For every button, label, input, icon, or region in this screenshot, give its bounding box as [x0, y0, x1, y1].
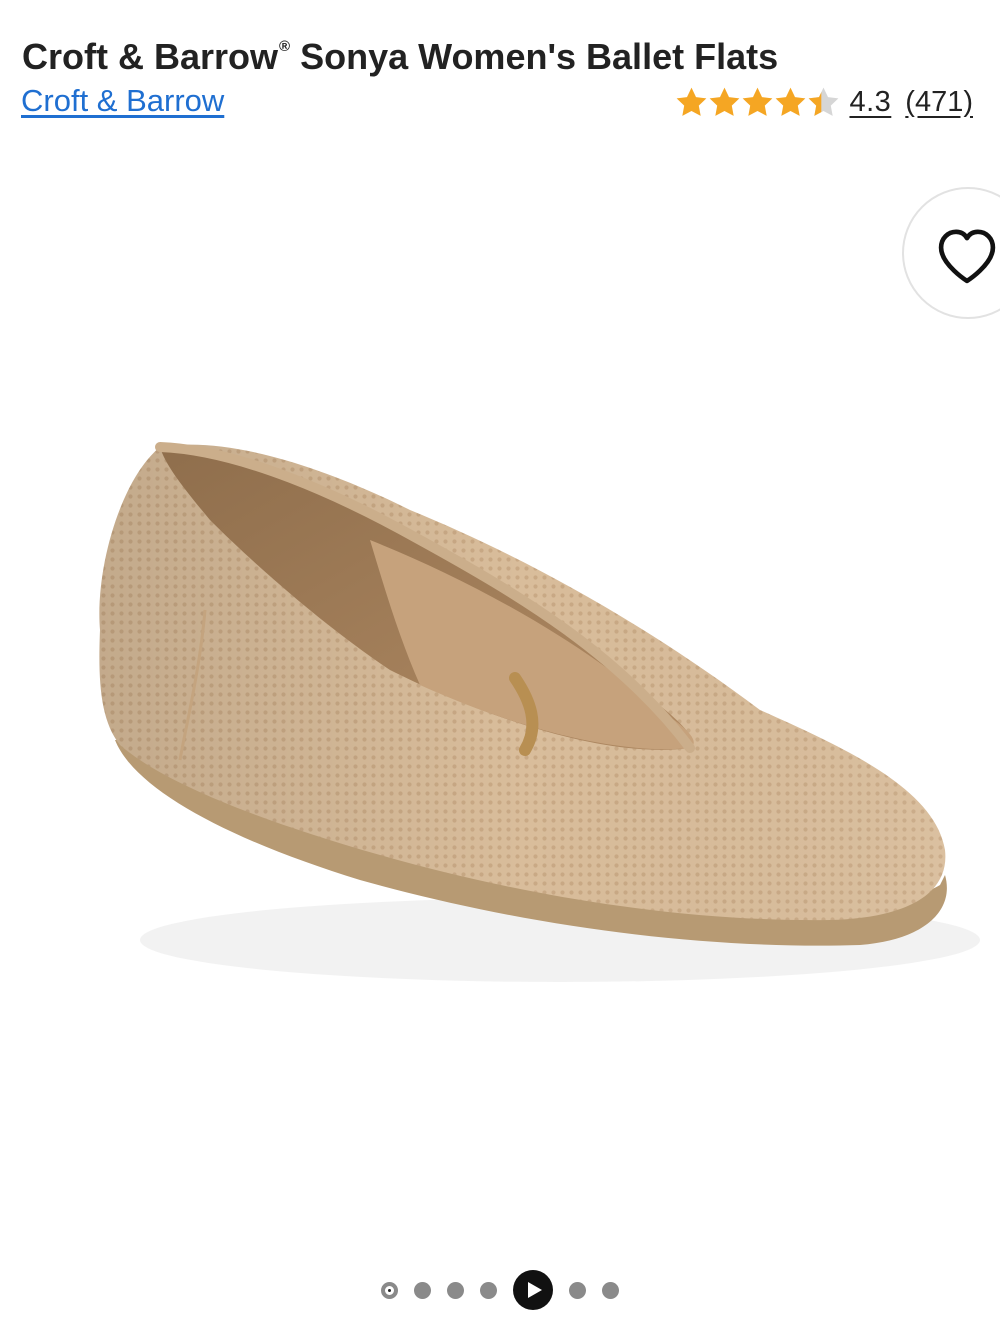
star-icon: [677, 87, 707, 116]
product-image: [99, 442, 980, 982]
video-play-button[interactable]: [513, 1270, 553, 1310]
registered-mark: ®: [279, 38, 291, 55]
rating-value[interactable]: 4.3: [849, 86, 891, 119]
carousel-dot[interactable]: [480, 1281, 497, 1299]
carousel-dot[interactable]: [569, 1281, 586, 1299]
carousel-dot[interactable]: [447, 1281, 464, 1299]
star-partial-icon: [809, 87, 839, 116]
rating-summary[interactable]: 4.3 (471): [674, 82, 973, 122]
brand-link[interactable]: Croft & Barrow: [21, 82, 224, 120]
play-icon: [527, 1282, 542, 1298]
title-brand: Croft & Barrow: [22, 36, 279, 77]
star-icon: [776, 87, 806, 116]
star-rating: [674, 85, 839, 120]
carousel-dot[interactable]: [414, 1281, 431, 1299]
review-count[interactable]: (471): [905, 86, 973, 119]
star-icon: [710, 87, 740, 116]
product-title: Croft & Barrow® Sonya Women's Ballet Fla…: [22, 26, 972, 78]
carousel-dot[interactable]: [602, 1281, 619, 1299]
title-name: Sonya Women's Ballet Flats: [290, 36, 779, 77]
carousel-dot[interactable]: [381, 1281, 398, 1299]
image-carousel-indicators: [0, 1268, 1000, 1312]
star-icon: [743, 87, 773, 116]
